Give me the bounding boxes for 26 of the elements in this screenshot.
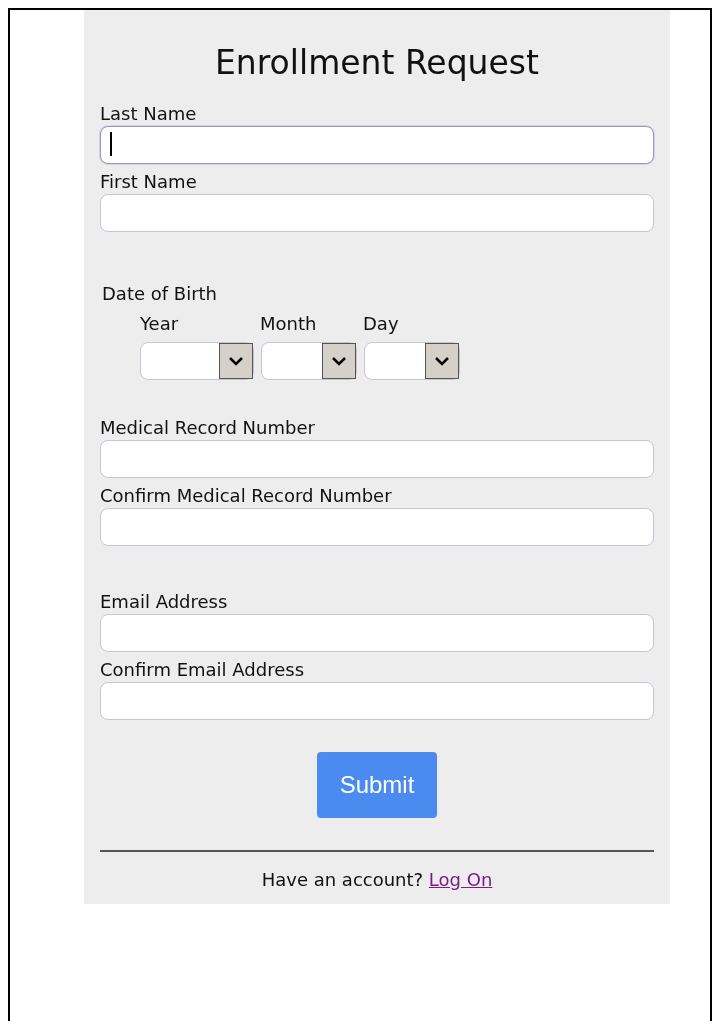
dropdown[interactable] (364, 342, 460, 380)
field-label: Confirm Email Address (100, 658, 305, 682)
field-label: Month (260, 312, 318, 336)
field-label: Medical Record Number (100, 416, 316, 440)
field-label: Email Address (100, 590, 229, 614)
form-title: Enrollment Request (214, 42, 540, 84)
chevron-down-icon (228, 356, 244, 366)
text-field[interactable] (100, 682, 654, 720)
footer-text: Have an account? (261, 869, 424, 890)
chevron-down-icon (331, 356, 347, 366)
text-field[interactable] (100, 440, 654, 478)
field-label: Date of Birth (102, 282, 219, 306)
dropdown[interactable] (261, 342, 357, 380)
chevron-down-icon (434, 356, 450, 366)
text-cursor-icon (110, 132, 112, 156)
field-label: Last Name (100, 102, 198, 126)
text-field[interactable] (100, 508, 654, 546)
text-field[interactable] (100, 126, 654, 164)
text-field[interactable] (100, 194, 654, 232)
field-label: First Name (100, 170, 198, 194)
field-label: Confirm Medical Record Number (100, 484, 393, 508)
text-field[interactable] (100, 614, 654, 652)
field-label: Year (140, 312, 180, 336)
dropdown[interactable] (140, 342, 254, 380)
log-on-link[interactable]: Log On (428, 869, 493, 890)
field-label: Day (363, 312, 400, 336)
